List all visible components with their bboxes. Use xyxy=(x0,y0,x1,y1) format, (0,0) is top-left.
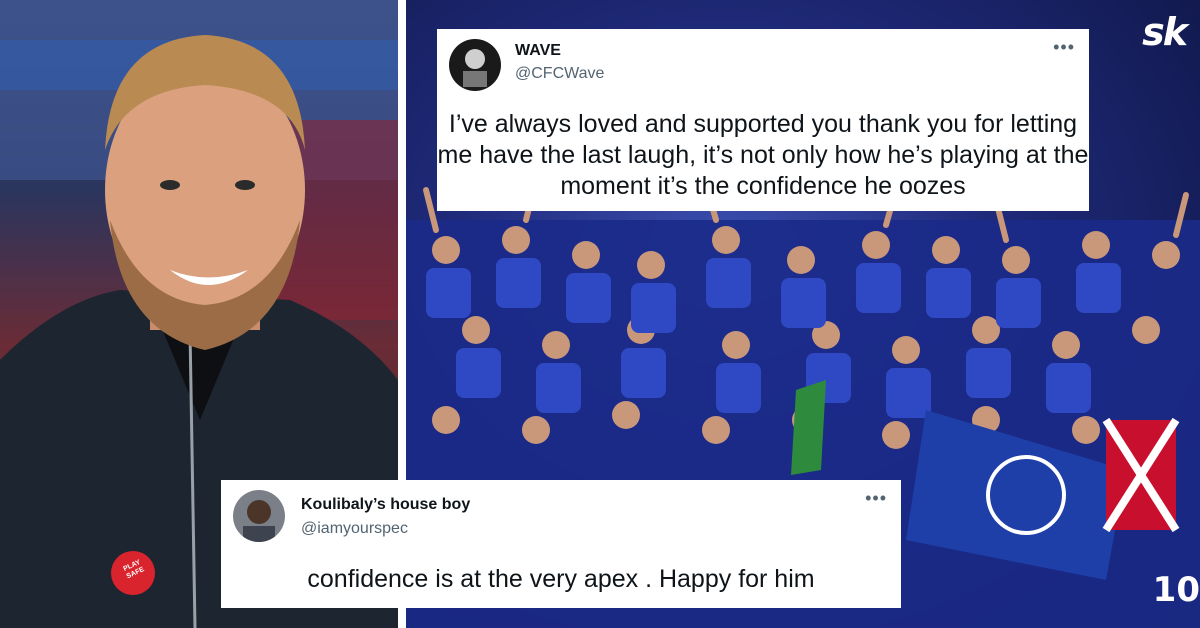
tweet-author-name[interactable]: WAVE xyxy=(515,42,561,60)
tweet-card[interactable]: WAVE @CFCWave ••• I’ve always loved and … xyxy=(437,29,1089,211)
tweet-text: confidence is at the very apex . Happy f… xyxy=(307,565,815,593)
tweet-author-name[interactable]: Koulibaly’s house boy xyxy=(301,496,470,514)
more-horizontal-icon[interactable]: ••• xyxy=(1053,37,1075,58)
avatar[interactable] xyxy=(449,39,501,91)
more-horizontal-icon[interactable]: ••• xyxy=(865,488,887,509)
sportskeeda-logo: sk xyxy=(1142,10,1188,54)
tweet-text: I’ve always loved and supported you than… xyxy=(437,110,1089,200)
tweet-author-handle[interactable]: @iamyourspec xyxy=(301,520,408,538)
avatar[interactable] xyxy=(233,490,285,542)
jersey-number: 10 xyxy=(1152,570,1200,610)
tweet-card[interactable]: Koulibaly’s house boy @iamyourspec ••• c… xyxy=(221,480,901,608)
tweet-author-handle[interactable]: @CFCWave xyxy=(515,65,604,83)
